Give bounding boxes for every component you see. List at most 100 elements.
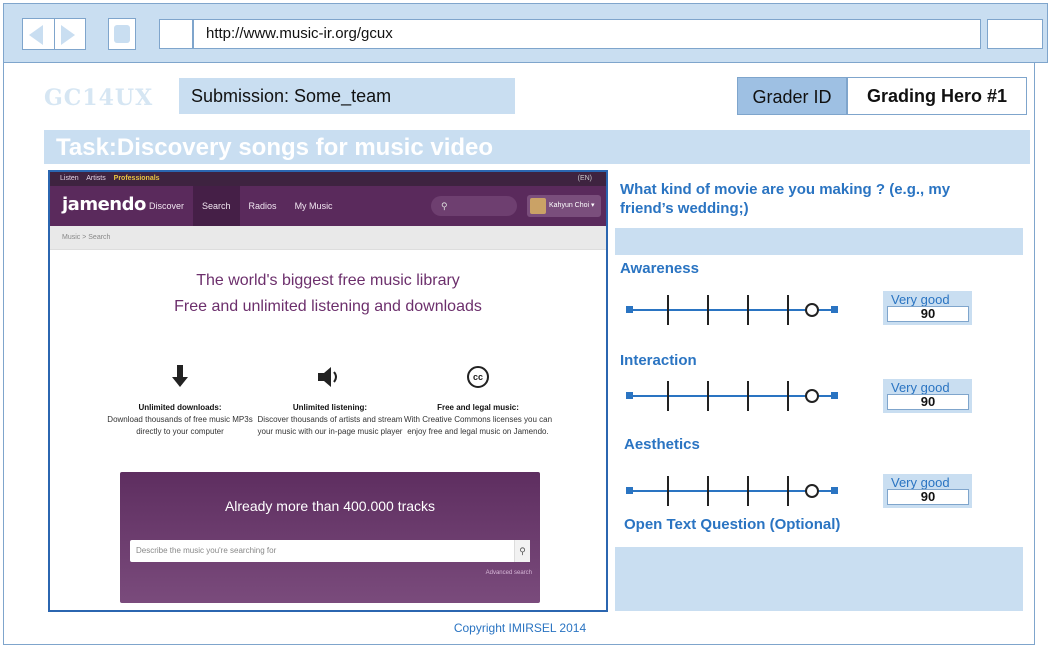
feature-title: Unlimited downloads:: [138, 403, 222, 412]
slider-tick: [707, 295, 709, 325]
rating-value[interactable]: 90: [887, 489, 969, 505]
feature-text: With Creative Commons licenses you can e…: [403, 415, 553, 436]
nav-buttons: [22, 18, 86, 50]
search-icon: ⚲: [519, 546, 526, 556]
rating-value[interactable]: 90: [887, 394, 969, 410]
slider-track: [630, 309, 832, 311]
menu-my-music[interactable]: My Music: [286, 186, 342, 226]
slider-endcap: [831, 487, 838, 494]
jamendo-search-box[interactable]: ⚲: [431, 196, 517, 216]
advanced-search-link[interactable]: Advanced search: [486, 570, 532, 576]
open-text-question-title: Open Text Question (Optional): [624, 516, 841, 533]
awareness-rating: Very good 90: [883, 291, 972, 325]
awareness-slider[interactable]: [626, 295, 838, 325]
download-icon: [102, 362, 258, 392]
menu-discover[interactable]: Discover: [140, 186, 193, 226]
language-selector[interactable]: (EN): [578, 172, 592, 186]
rating-label: Very good: [891, 475, 950, 490]
open-question-answer-field[interactable]: [615, 228, 1023, 255]
task-title: Task:Discovery songs for music video: [56, 134, 494, 161]
open-text-answer-field[interactable]: [615, 547, 1023, 611]
rating-label: Very good: [891, 380, 950, 395]
avatar: [530, 198, 546, 214]
rating-value[interactable]: 90: [887, 306, 969, 322]
jamendo-menu: Discover Search Radios My Music: [140, 186, 342, 226]
slider-endcap: [626, 487, 633, 494]
hero-subheadline: Free and unlimited listening and downloa…: [174, 298, 482, 315]
user-menu[interactable]: Kahyun Choi ▾: [527, 195, 601, 217]
browser-toolbar: http://www.music-ir.org/gcux: [3, 3, 1048, 63]
embedded-website[interactable]: Listen Artists Professionals (EN) jamend…: [48, 170, 608, 612]
browser-menu-button[interactable]: [987, 19, 1043, 49]
aesthetics-rating: Very good 90: [883, 474, 972, 508]
slider-tick: [747, 295, 749, 325]
speaker-icon: [252, 362, 408, 392]
slider-endcap: [626, 392, 633, 399]
slider-endcap: [831, 392, 838, 399]
interaction-rating: Very good 90: [883, 379, 972, 413]
forward-arrow-icon[interactable]: [61, 25, 75, 45]
back-arrow-icon[interactable]: [29, 25, 43, 45]
aesthetics-slider[interactable]: [626, 476, 838, 506]
chevron-down-icon: ▾: [591, 202, 595, 209]
section-title-interaction: Interaction: [620, 352, 697, 369]
nav-divider: [54, 19, 55, 49]
slider-tick: [707, 381, 709, 411]
creative-commons-icon: cc: [400, 362, 556, 392]
slider-tick: [667, 476, 669, 506]
banner-title: Already more than 400.000 tracks: [224, 498, 436, 514]
jamendo-logo[interactable]: jamendo: [62, 194, 146, 215]
slider-tick: [787, 476, 789, 506]
slider-tick: [667, 295, 669, 325]
slider-tick: [747, 476, 749, 506]
feature-title: Free and legal music:: [437, 403, 519, 412]
search-icon: ⚲: [441, 201, 448, 211]
grading-page: GC14UX Submission: Some_team Grader ID G…: [3, 63, 1035, 645]
slider-tick: [787, 381, 789, 411]
music-search-input[interactable]: Describe the music you're searching for: [130, 540, 514, 562]
slider-tick: [707, 476, 709, 506]
feature-title: Unlimited listening:: [292, 403, 368, 412]
jamendo-top-bar: Listen Artists Professionals (EN): [50, 172, 606, 186]
slider-handle[interactable]: [805, 389, 819, 403]
feature-text: Download thousands of free music MP3s di…: [107, 415, 253, 436]
submission-label: Submission: Some_team: [179, 78, 515, 114]
interaction-slider[interactable]: [626, 381, 838, 411]
user-name: Kahyun Choi: [549, 202, 590, 209]
section-title-awareness: Awareness: [620, 260, 699, 277]
feature-legal: cc Free and legal music: With Creative C…: [400, 362, 556, 438]
slider-track: [630, 490, 832, 492]
open-question: What kind of movie are you making ? (e.g…: [620, 181, 951, 217]
section-title-aesthetics: Aesthetics: [624, 436, 700, 453]
menu-search[interactable]: Search: [193, 186, 240, 226]
grader-id-value: Grading Hero #1: [847, 77, 1027, 115]
slider-handle[interactable]: [805, 303, 819, 317]
task-bar: Task:Discovery songs for music video: [44, 130, 1030, 164]
top-link-artists[interactable]: Artists: [86, 175, 105, 182]
slider-endcap: [831, 306, 838, 313]
slider-handle[interactable]: [805, 484, 819, 498]
copyright: Copyright IMIRSEL 2014: [453, 621, 587, 635]
address-bar[interactable]: http://www.music-ir.org/gcux: [193, 19, 981, 49]
menu-radios[interactable]: Radios: [240, 186, 286, 226]
home-icon: [114, 25, 130, 43]
slider-endcap: [626, 306, 633, 313]
search-banner: Already more than 400.000 tracks Describ…: [120, 472, 540, 603]
rating-label: Very good: [891, 292, 950, 307]
top-link-listen[interactable]: Listen: [60, 175, 79, 182]
address-favicon-slot: [159, 19, 193, 49]
feature-listening: Unlimited listening: Discover thousands …: [252, 362, 408, 438]
gcux-logo: GC14UX: [44, 85, 154, 111]
breadcrumb: Music > Search: [50, 226, 606, 250]
slider-track: [630, 395, 832, 397]
top-link-professionals[interactable]: Professionals: [114, 175, 160, 182]
jamendo-nav: jamendo Discover Search Radios My Music …: [50, 186, 606, 226]
slider-tick: [667, 381, 669, 411]
grader-id-label: Grader ID: [737, 77, 847, 115]
slider-tick: [787, 295, 789, 325]
slider-tick: [747, 381, 749, 411]
hero-headline: The world's biggest free music library: [196, 272, 460, 289]
search-submit-button[interactable]: ⚲: [514, 540, 530, 562]
home-button[interactable]: [108, 18, 136, 50]
feature-downloads: Unlimited downloads: Download thousands …: [102, 362, 258, 438]
